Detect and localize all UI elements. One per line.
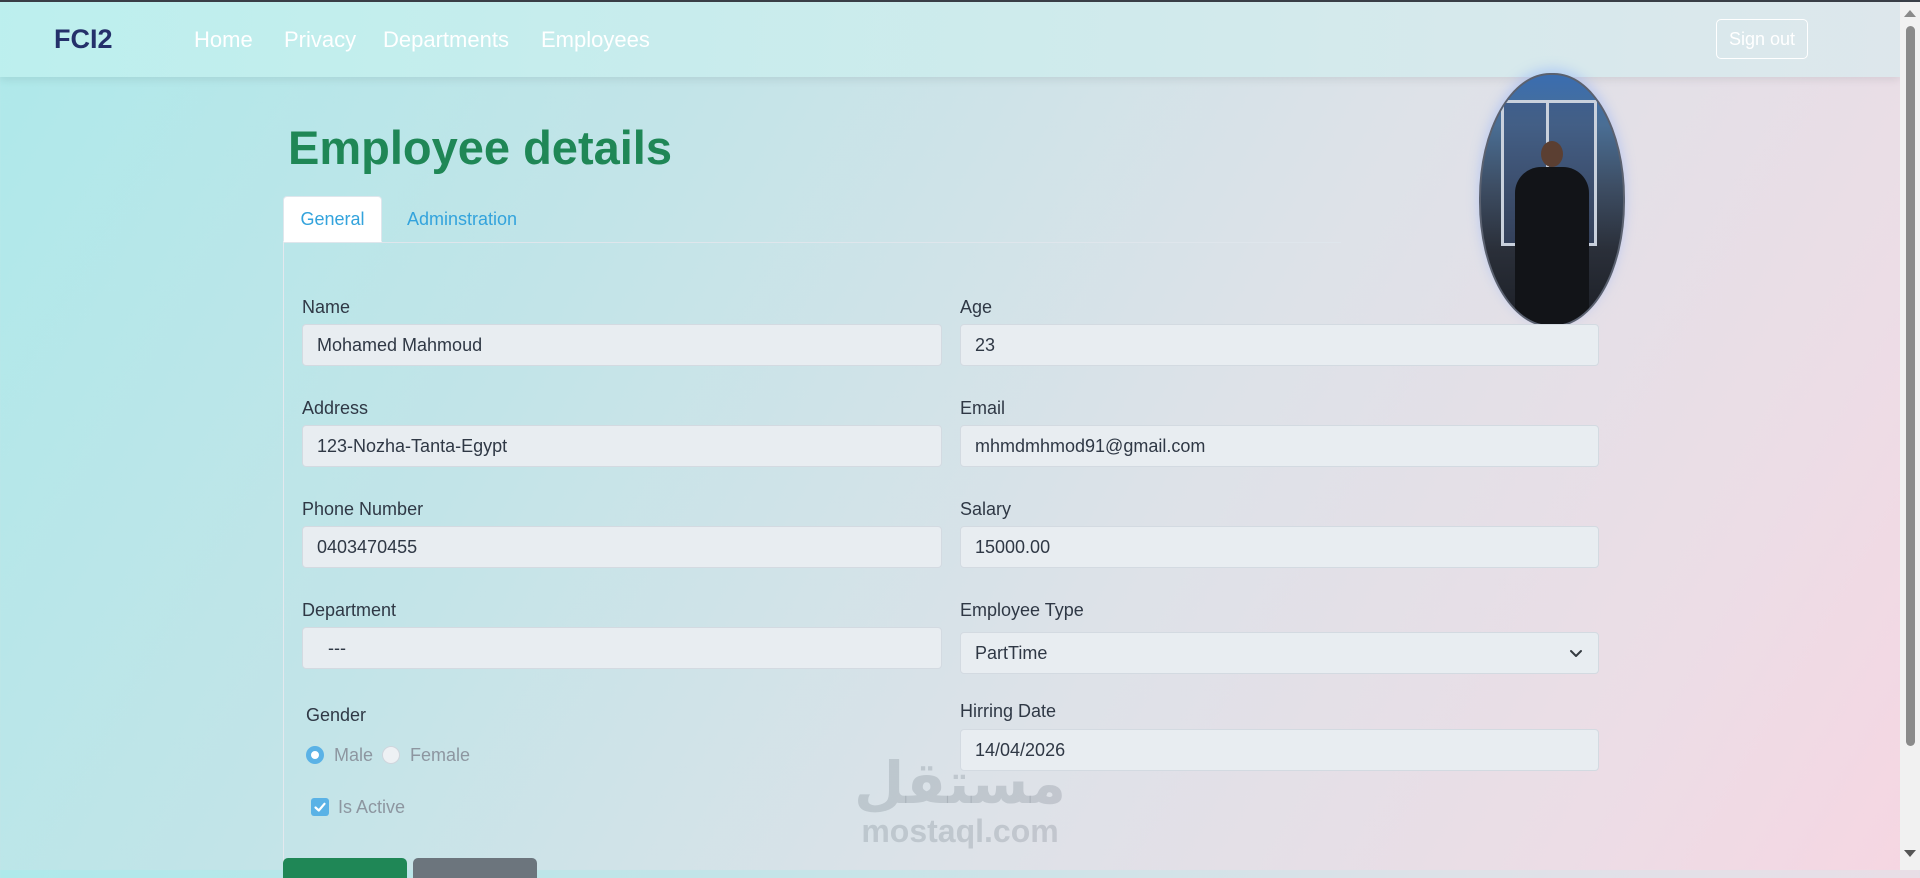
- name-label: Name: [302, 297, 351, 317]
- save-button[interactable]: [283, 858, 407, 878]
- age-label: Age: [960, 297, 993, 317]
- gender-radio-female-label: Female: [410, 745, 471, 765]
- tab-general[interactable]: General: [283, 196, 382, 242]
- sign-out-button[interactable]: Sign out: [1716, 19, 1808, 59]
- department-label: Department: [302, 600, 397, 620]
- gender-radio-male[interactable]: [306, 746, 324, 764]
- nav-link-privacy[interactable]: Privacy: [284, 27, 356, 53]
- employee-type-select[interactable]: PartTime: [960, 632, 1599, 674]
- page-title: Employee details: [288, 121, 672, 174]
- scroll-down-arrow-icon[interactable]: [1904, 850, 1916, 857]
- employee-photo: [1479, 73, 1625, 327]
- nav-link-employees[interactable]: Employees: [541, 27, 650, 53]
- gender-radio-female[interactable]: [382, 746, 400, 764]
- brand-logo[interactable]: FCI2: [54, 24, 113, 55]
- gender-label: Gender: [306, 705, 367, 725]
- is-active-checkbox[interactable]: [311, 798, 329, 816]
- watermark-arabic: مستقل: [853, 749, 1067, 817]
- phone-field[interactable]: 0403470455: [302, 526, 942, 568]
- nav-link-home[interactable]: Home: [194, 27, 253, 53]
- photo-person-body: [1515, 167, 1589, 325]
- tab-adminstration[interactable]: Adminstration: [399, 196, 525, 242]
- email-label: Email: [960, 398, 1006, 418]
- navbar: FCI2 Home Privacy Departments Employees …: [0, 2, 1900, 77]
- photo-person-head: [1541, 141, 1563, 167]
- chevron-down-icon: [1570, 650, 1582, 657]
- hiring-date-label: Hirring Date: [960, 701, 1057, 721]
- scrollbar-thumb[interactable]: [1906, 26, 1915, 746]
- address-field[interactable]: 123-Nozha-Tanta-Egypt: [302, 425, 942, 467]
- salary-field[interactable]: 15000.00: [960, 526, 1599, 568]
- phone-label: Phone Number: [302, 499, 424, 519]
- scroll-up-arrow-icon[interactable]: [1904, 10, 1916, 17]
- name-field[interactable]: Mohamed Mahmoud: [302, 324, 942, 366]
- age-field[interactable]: 23: [960, 324, 1599, 366]
- address-label: Address: [302, 398, 369, 418]
- nav-link-departments[interactable]: Departments: [383, 27, 509, 53]
- department-select[interactable]: ---: [302, 627, 942, 669]
- employee-type-label: Employee Type: [960, 600, 1084, 620]
- watermark-latin: mostaql.com: [861, 813, 1059, 849]
- tab-bar: General Adminstration: [283, 196, 1341, 243]
- check-icon: [314, 802, 326, 812]
- tab-panel-border: [283, 242, 284, 870]
- is-active-label: Is Active: [338, 797, 406, 817]
- employee-type-value: PartTime: [975, 642, 1048, 663]
- gender-radio-male-label: Male: [334, 745, 374, 765]
- watermark: مستقل mostaql.com: [845, 752, 1075, 848]
- back-button[interactable]: [413, 858, 537, 878]
- salary-label: Salary: [960, 499, 1012, 519]
- email-field[interactable]: mhmdmhmod91@gmail.com: [960, 425, 1599, 467]
